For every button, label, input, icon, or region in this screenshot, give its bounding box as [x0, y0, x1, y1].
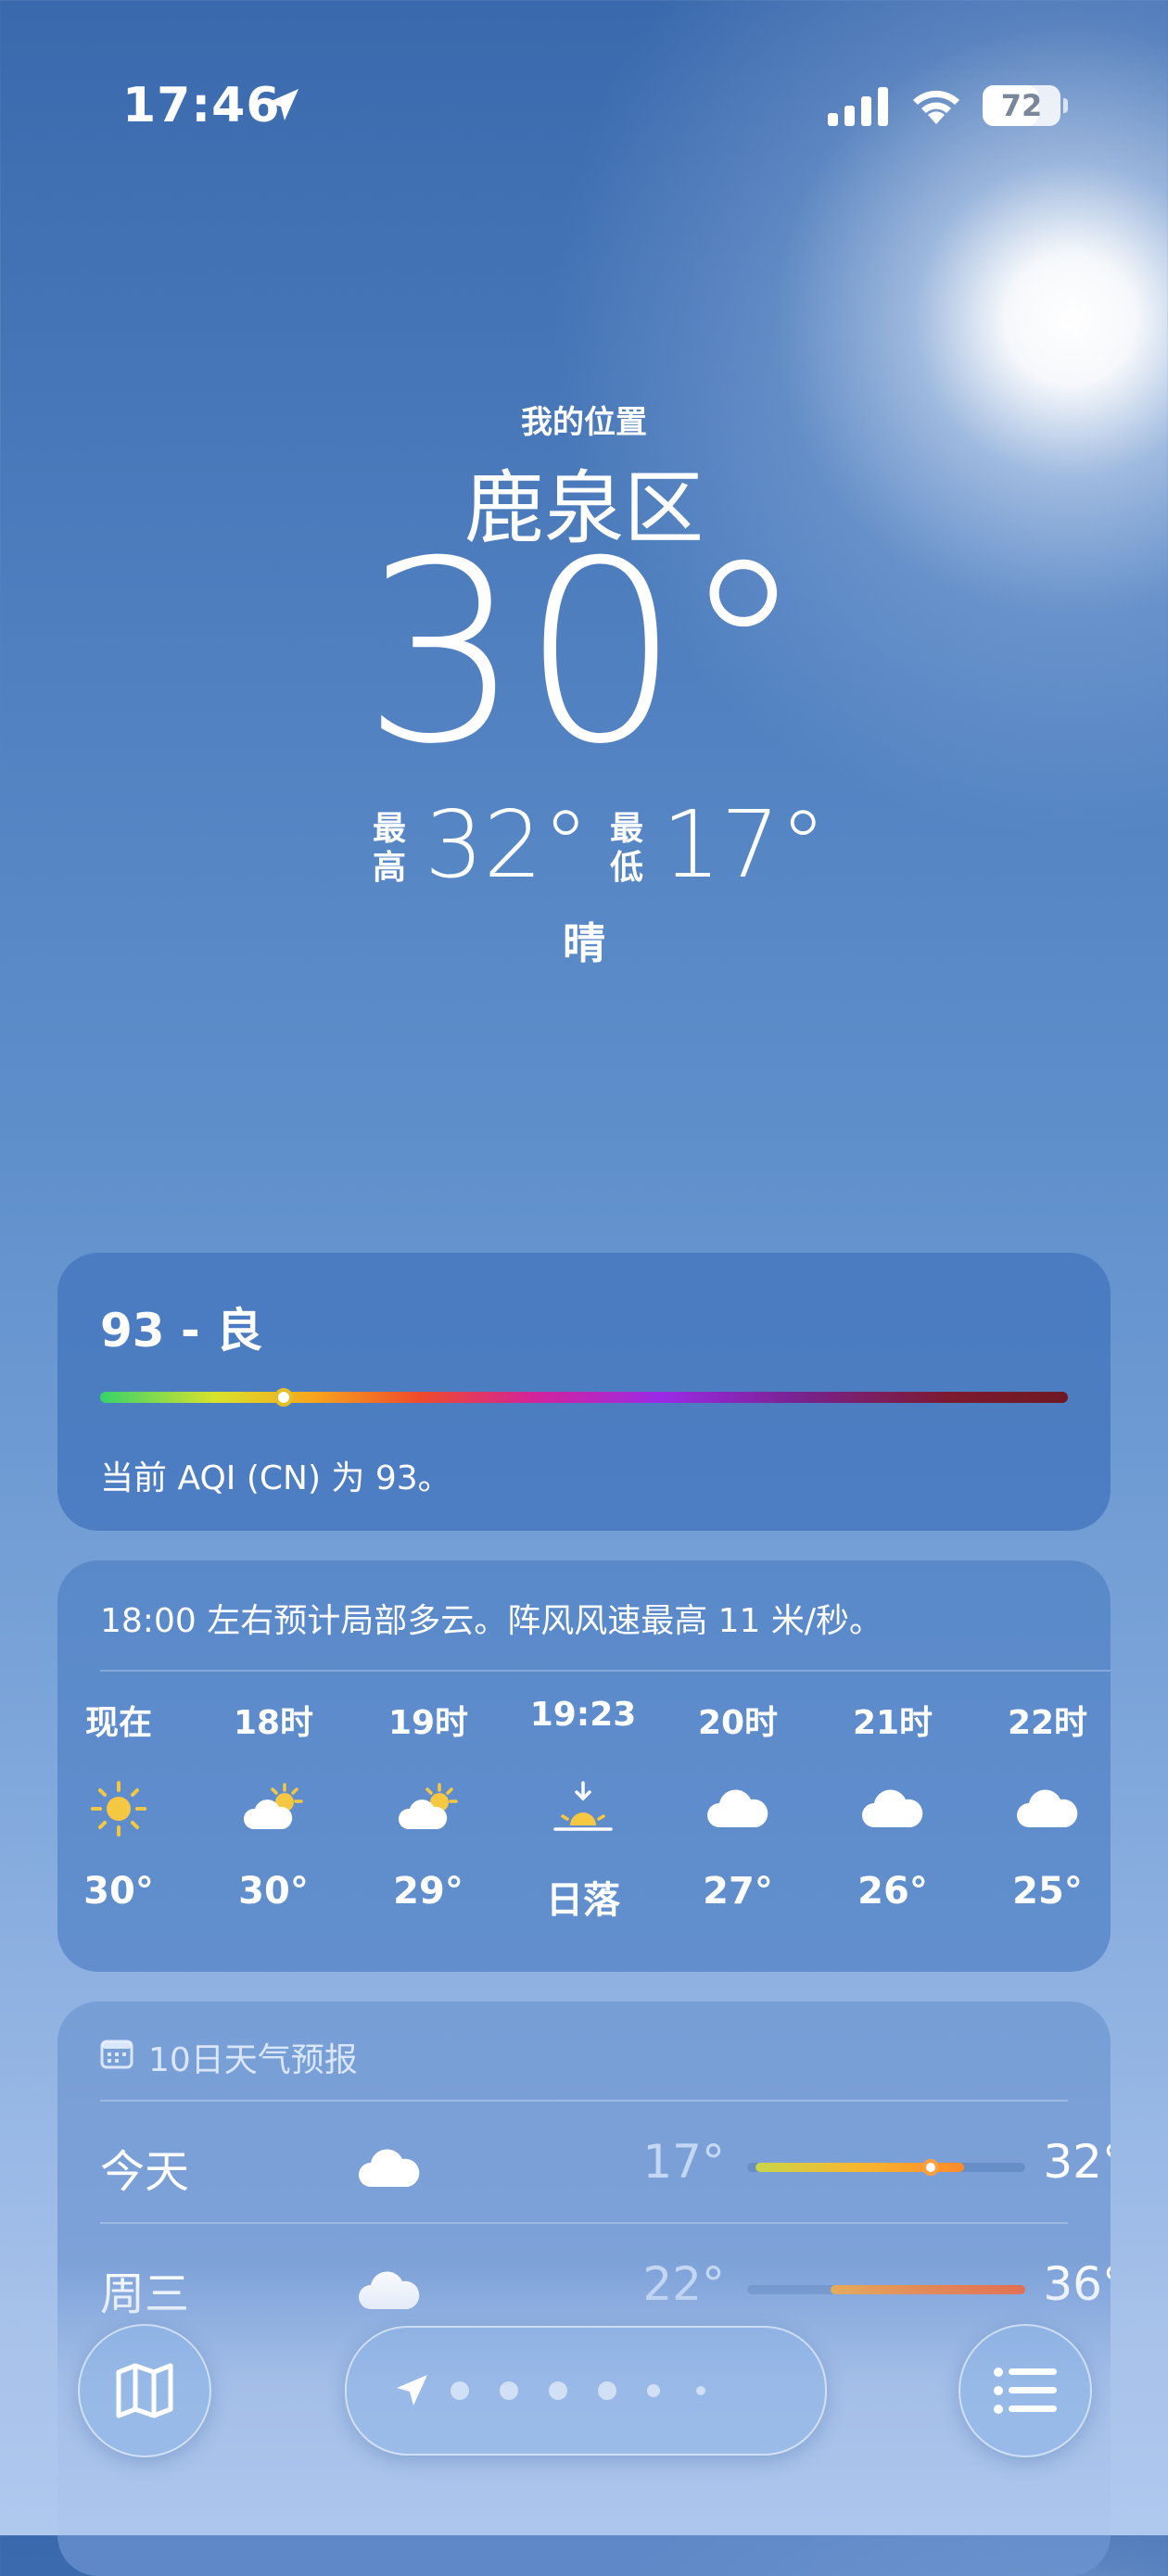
page-dot[interactable]	[500, 2381, 518, 2400]
partly-cloudy-icon	[395, 1779, 462, 1838]
hour-temp: 27°	[703, 1870, 773, 1913]
hour-label: 现在	[84, 1704, 152, 1742]
page-dot[interactable]	[598, 2381, 616, 2400]
hour-label: 22时	[1007, 1704, 1088, 1742]
map-button[interactable]	[78, 2324, 211, 2457]
hourly-item: 现在 30°	[57, 1696, 193, 1937]
hour-label: 21时	[852, 1704, 933, 1742]
hour-temp: 日落	[546, 1879, 620, 1922]
battery-indicator: 72	[983, 85, 1068, 126]
calendar-icon	[100, 2039, 133, 2069]
list-icon	[994, 2368, 1057, 2414]
battery-percent: 72	[1000, 88, 1043, 123]
current-temp-marker	[922, 2159, 939, 2176]
page-dot[interactable]	[451, 2381, 469, 2400]
daily-row[interactable]: 今天 17° 32°	[57, 2131, 1111, 2224]
divider	[100, 2222, 1068, 2224]
hour-temp: 30°	[83, 1870, 154, 1913]
hourly-summary: 18:00 左右预计局部多云。阵风风速最高 11 米/秒。	[100, 1602, 883, 1640]
status-time: 17:46	[122, 78, 281, 133]
current-location-page-icon[interactable]	[393, 2372, 430, 2409]
temperature-range-bar	[747, 2159, 1025, 2176]
cellular-signal-icon	[828, 87, 888, 126]
hourly-item: 19时 29°	[354, 1696, 502, 1937]
cloud-icon	[705, 1779, 771, 1838]
hour-temp: 29°	[393, 1870, 463, 1913]
high-label: 最高	[372, 810, 406, 887]
hour-label: 19:23	[529, 1696, 637, 1734]
location-arrow-icon	[267, 89, 298, 120]
day-high-temp: 32°	[1043, 2135, 1111, 2189]
hour-temp: 26°	[857, 1870, 928, 1913]
hour-temp: 25°	[1012, 1870, 1083, 1913]
location-subtitle: 我的位置	[521, 404, 647, 441]
aqi-description: 当前 AQI (CN) 为 93。	[100, 1459, 451, 1497]
high-temp: 32°	[425, 790, 590, 899]
day-low-temp: 17°	[642, 2135, 725, 2189]
current-temperature: 30°	[362, 507, 806, 799]
partly-cloudy-icon	[240, 1779, 307, 1838]
hourly-item: 19:23 日落	[509, 1696, 657, 1937]
high-low-temperature: 最高 32° 最低 17°	[371, 790, 826, 901]
aqi-level-marker	[274, 1388, 294, 1407]
hour-label: 19时	[387, 1704, 469, 1742]
ten-day-header: 10日天气预报	[148, 2041, 358, 2079]
low-label: 最低	[609, 810, 643, 887]
hourly-item: 21时 26°	[819, 1696, 967, 1937]
divider	[100, 1670, 1111, 1672]
cloud-icon	[1014, 1779, 1081, 1838]
location-list-button[interactable]	[959, 2324, 1092, 2457]
hourly-forecast-card[interactable]: 18:00 左右预计局部多云。阵风风速最高 11 米/秒。 现在 30° 18时 30…	[57, 1560, 1111, 1972]
hourly-item: 18时 30°	[199, 1696, 348, 1937]
cloud-icon	[859, 1779, 926, 1838]
aqi-title: 93 - 良	[100, 1304, 263, 1357]
weather-app-screen: { "status_bar": { "time": "17:46", "batt…	[0, 0, 1168, 2576]
map-icon	[116, 2363, 173, 2418]
aqi-scale-bar	[100, 1388, 1068, 1407]
sun-icon	[85, 1779, 152, 1838]
cloud-icon	[356, 2139, 425, 2191]
hourly-item: 22时 25°	[973, 1696, 1111, 1937]
page-dot[interactable]	[647, 2384, 660, 2397]
page-dot[interactable]	[549, 2381, 567, 2400]
air-quality-card[interactable]: 93 - 良 当前 AQI (CN) 为 93。	[57, 1253, 1111, 1531]
hour-label: 20时	[697, 1704, 779, 1742]
weather-condition: 晴	[563, 918, 605, 968]
hourly-item: 20时 27°	[664, 1696, 812, 1937]
divider	[100, 2100, 1068, 2102]
wifi-icon	[913, 90, 959, 124]
page-indicator[interactable]	[345, 2326, 827, 2456]
low-temp: 17°	[662, 790, 827, 899]
day-name: 今天	[100, 2146, 190, 2198]
sunset-icon	[550, 1779, 616, 1838]
hour-temp: 30°	[238, 1870, 309, 1913]
page-dot[interactable]	[696, 2386, 705, 2395]
hour-label: 18时	[233, 1704, 314, 1742]
